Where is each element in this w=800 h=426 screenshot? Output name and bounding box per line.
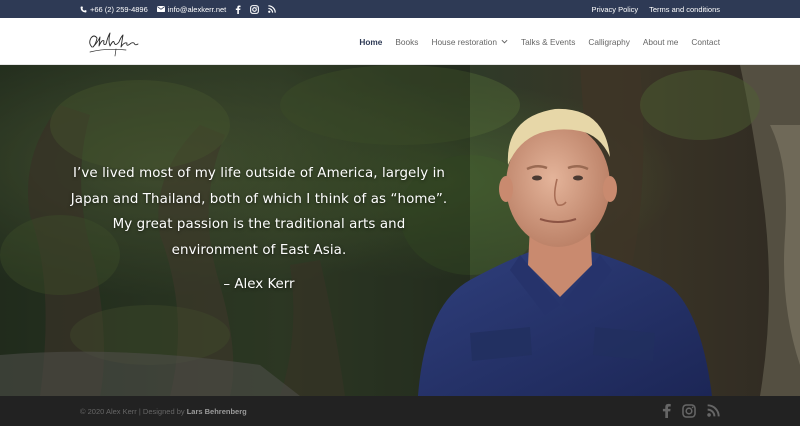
- hero-section: I’ve lived most of my life outside of Am…: [0, 65, 800, 396]
- hero-author: – Alex Kerr: [223, 277, 295, 292]
- instagram-icon[interactable]: [250, 4, 260, 14]
- facebook-icon[interactable]: [235, 5, 241, 14]
- main-nav: Home Books House restoration Talks & Eve…: [359, 18, 720, 65]
- terms-link[interactable]: Terms and conditions: [649, 5, 720, 14]
- phone-item[interactable]: +66 (2) 259-4896: [80, 5, 148, 14]
- nav-house-restoration-label: House restoration: [431, 36, 497, 47]
- privacy-policy-link[interactable]: Privacy Policy: [591, 5, 638, 14]
- footer-copyright: © 2020 Alex Kerr | Designed by: [80, 407, 187, 416]
- footer-social: [662, 403, 720, 418]
- email-address: info@alexkerr.net: [167, 4, 227, 14]
- signature-logo[interactable]: [86, 25, 142, 59]
- hero-quote: I’ve lived most of my life outside of Am…: [70, 166, 448, 258]
- designer-link[interactable]: Lars Behrenberg: [187, 407, 247, 416]
- nav-home[interactable]: Home: [359, 37, 382, 47]
- nav-talks-events[interactable]: Talks & Events: [521, 37, 575, 47]
- site-footer: © 2020 Alex Kerr | Designed by Lars Behr…: [0, 396, 800, 426]
- instagram-icon[interactable]: [682, 403, 696, 418]
- phone-icon: [80, 6, 87, 13]
- nav-books[interactable]: Books: [395, 37, 418, 47]
- top-bar: +66 (2) 259-4896 info@alexkerr.net Priva…: [0, 0, 800, 18]
- nav-calligraphy[interactable]: Calligraphy: [588, 37, 630, 47]
- nav-about-me[interactable]: About me: [643, 37, 679, 47]
- nav-house-restoration[interactable]: House restoration: [431, 37, 508, 47]
- email-icon: [156, 6, 165, 12]
- phone-number: +66 (2) 259-4896: [90, 4, 148, 14]
- site-header: Home Books House restoration Talks & Eve…: [0, 18, 800, 65]
- chevron-down-icon: [501, 39, 508, 44]
- rss-icon[interactable]: [707, 404, 720, 417]
- nav-contact[interactable]: Contact: [691, 37, 720, 47]
- footer-credit: © 2020 Alex Kerr | Designed by Lars Behr…: [80, 407, 247, 416]
- top-bar-contact: +66 (2) 259-4896 info@alexkerr.net: [80, 0, 277, 18]
- top-bar-links: Privacy Policy Terms and conditions: [591, 0, 720, 18]
- rss-icon[interactable]: [268, 5, 277, 13]
- email-item[interactable]: info@alexkerr.net: [156, 4, 227, 14]
- facebook-icon[interactable]: [662, 403, 671, 418]
